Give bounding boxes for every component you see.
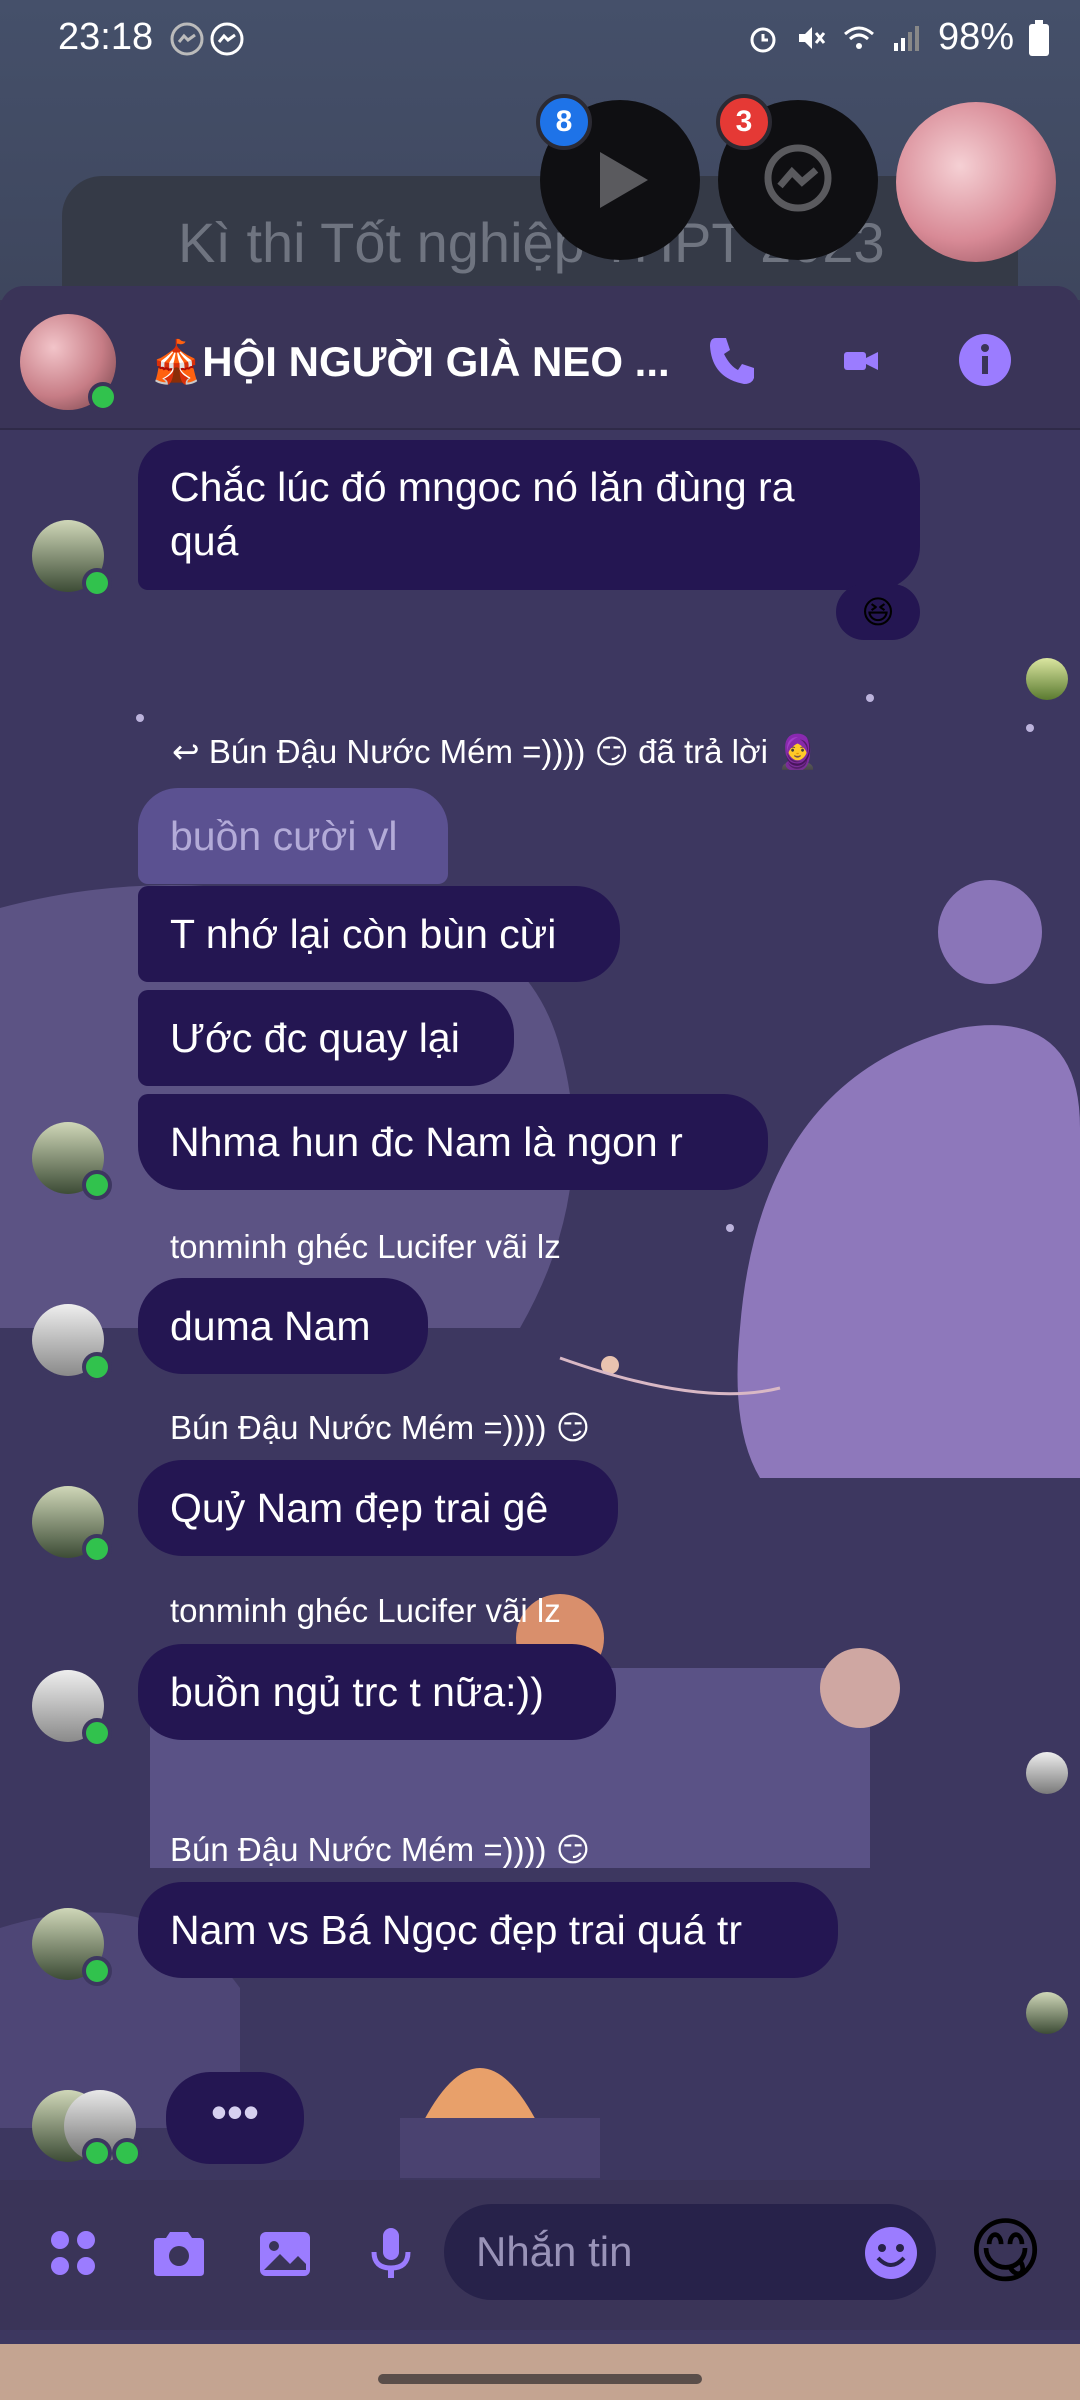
- group-title[interactable]: 🎪HỘI NGƯỜI GIÀ NEO ...: [150, 338, 670, 387]
- reaction-badge[interactable]: 😆: [836, 584, 920, 640]
- read-receipt-avatar: [1026, 1992, 1068, 2034]
- typing-indicator: •••: [166, 2072, 304, 2164]
- read-receipt-avatar: [1026, 658, 1068, 700]
- battery-percent: 98%: [937, 16, 1014, 58]
- play-icon: [600, 152, 648, 208]
- phone-icon[interactable]: [702, 330, 762, 390]
- message-bubble[interactable]: Nam vs Bá Ngọc đẹp trai quá tr: [138, 1882, 838, 1978]
- read-receipt-avatar: [1026, 1752, 1068, 1794]
- sender-name: tonminh ghéc Lucifer vãi lz: [170, 1592, 561, 1629]
- status-notification-icons: [170, 22, 244, 56]
- wifi-icon: [843, 26, 874, 49]
- message-bubble[interactable]: Ước đc quay lại: [138, 990, 514, 1086]
- online-indicator: [82, 568, 112, 598]
- status-time: 23:18: [58, 16, 154, 58]
- image-icon[interactable]: [254, 2222, 316, 2284]
- info-icon[interactable]: [955, 330, 1015, 390]
- online-indicator: [82, 1352, 112, 1382]
- sender-name: tonminh ghéc Lucifer vãi lz: [170, 1228, 561, 1265]
- home-gesture-pill[interactable]: [378, 2374, 702, 2384]
- chat-header: 🎪HỘI NGƯỜI GIÀ NEO ...: [0, 286, 1080, 430]
- quick-emoji-button[interactable]: 😋: [968, 2206, 1043, 2298]
- chat-head-group-photo[interactable]: [896, 102, 1056, 262]
- sender-name: Bún Đậu Nước Mém =)))) 😏: [170, 1831, 591, 1868]
- alarm-icon: [750, 27, 776, 52]
- message-bubble[interactable]: Nhma hun đc Nam là ngon r: [138, 1094, 768, 1190]
- message-bubble[interactable]: Quỷ Nam đẹp trai gê: [138, 1460, 618, 1556]
- messenger-status-icon: [210, 22, 244, 56]
- apps-icon[interactable]: [42, 2222, 104, 2284]
- signal-icon: [893, 25, 919, 51]
- message-bubble[interactable]: T nhớ lại còn bùn cừi: [138, 886, 620, 982]
- chat-panel: 🎪HỘI NGƯỜI GIÀ NEO ... Chắc lúc đó mngoc…: [0, 286, 1080, 2400]
- reply-note: ↩ Bún Đậu Nước Mém =)))) 😏 đã trả lời 🧕: [172, 733, 819, 770]
- camera-icon[interactable]: [148, 2222, 210, 2284]
- online-indicator: [82, 2138, 112, 2168]
- battery-icon: [1029, 19, 1049, 56]
- online-indicator: [82, 1534, 112, 1564]
- sender-name: Bún Đậu Nước Mém =)))) 😏: [170, 1409, 591, 1446]
- chat-head-badge: 8: [536, 94, 592, 150]
- status-right-group: 98%: [746, 16, 1050, 59]
- status-bar: 23:18 98%: [0, 0, 1080, 80]
- system-navigation-bar: [0, 2344, 1080, 2400]
- message-bubble[interactable]: duma Nam: [138, 1278, 428, 1374]
- emoji-icon[interactable]: [860, 2222, 922, 2284]
- online-indicator: [82, 1170, 112, 1200]
- message-text: quá: [170, 518, 239, 564]
- video-icon[interactable]: [832, 330, 892, 390]
- message-bubble[interactable]: buồn ngủ trc t nữa:)): [138, 1644, 616, 1740]
- mute-icon: [798, 26, 826, 49]
- messenger-status-icon: [170, 22, 204, 56]
- chat-head-badge: 3: [716, 94, 772, 150]
- online-indicator: [112, 2138, 142, 2168]
- online-indicator: [88, 382, 118, 412]
- messenger-icon: [764, 144, 832, 212]
- online-indicator: [82, 1956, 112, 1986]
- microphone-icon[interactable]: [360, 2222, 422, 2284]
- online-indicator: [82, 1718, 112, 1748]
- message-bubble[interactable]: Chắc lúc đó mngoc nó lăn đùng ra quá: [138, 440, 920, 590]
- message-composer: 😋: [0, 2180, 1080, 2330]
- message-text: Chắc lúc đó mngoc nó lăn đùng ra: [170, 464, 795, 510]
- quoted-message[interactable]: buồn cười vl: [138, 788, 448, 884]
